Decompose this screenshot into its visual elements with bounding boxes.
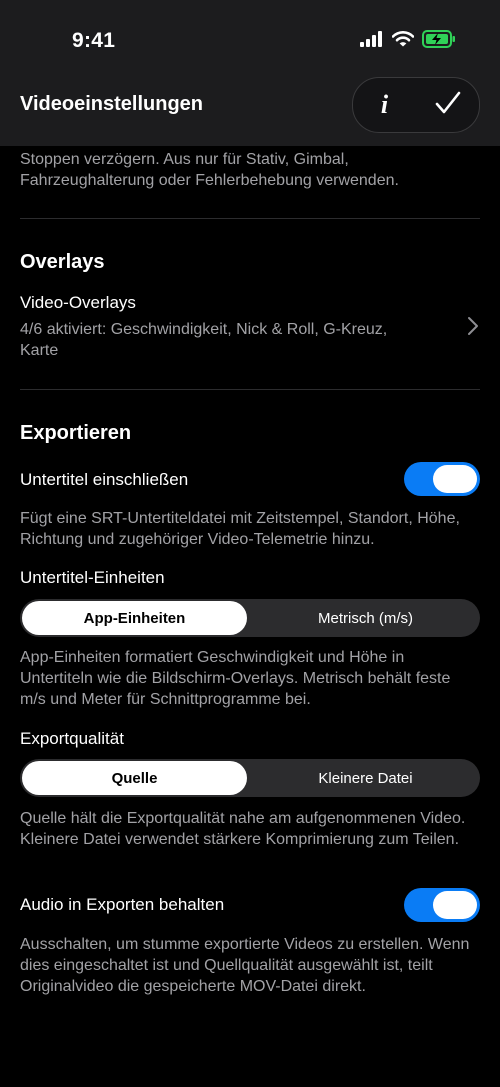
cellular-signal-icon xyxy=(360,30,384,52)
divider xyxy=(20,218,480,219)
nav-action-group: i xyxy=(352,77,480,133)
segment-metric[interactable]: Metrisch (m/s) xyxy=(253,601,478,635)
export-quality-segmented-control: Quelle Kleinere Datei xyxy=(20,759,480,797)
checkmark-icon xyxy=(435,91,461,120)
stabilization-description: Stoppen verzögern. Aus nur für Stativ, G… xyxy=(20,151,399,189)
audio-toggle-label: Audio in Exporten behalten xyxy=(20,895,225,914)
chevron-right-icon xyxy=(466,316,480,336)
navigation-bar: Videoeinstellungen i xyxy=(0,77,500,146)
info-button[interactable]: i xyxy=(365,85,405,125)
video-overlays-subtitle: 4/6 aktiviert: Geschwindigkeit, Nick & R… xyxy=(20,321,388,359)
wifi-icon xyxy=(391,30,415,52)
status-icons xyxy=(360,29,456,53)
section-title-overlays: Overlays xyxy=(20,251,105,273)
export-quality-label: Exportqualität xyxy=(20,729,124,748)
status-bar: 9:41 xyxy=(0,0,500,80)
toggle-knob xyxy=(433,465,477,493)
divider xyxy=(20,389,480,390)
subtitles-description: Fügt eine SRT-Untertiteldatei mit Zeitst… xyxy=(20,510,460,548)
segment-app-units[interactable]: App-Einheiten xyxy=(22,601,247,635)
video-overlays-title: Video-Overlays xyxy=(20,293,136,312)
subtitle-units-label: Untertitel-Einheiten xyxy=(20,568,165,587)
info-icon: i xyxy=(380,90,389,119)
segment-source[interactable]: Quelle xyxy=(22,761,247,795)
audio-description: Ausschalten, um stumme exportierte Video… xyxy=(20,936,470,995)
status-time: 9:41 xyxy=(72,29,116,52)
subtitles-toggle-label: Untertitel einschließen xyxy=(20,470,189,489)
segment-smaller-file[interactable]: Kleinere Datei xyxy=(253,761,478,795)
battery-charging-icon xyxy=(422,29,456,53)
subtitle-units-segmented-control: App-Einheiten Metrisch (m/s) xyxy=(20,599,480,637)
video-overlays-row[interactable]: Video-Overlays 4/6 aktiviert: Geschwindi… xyxy=(0,288,500,364)
done-button[interactable] xyxy=(428,85,468,125)
subtitle-units-description: App-Einheiten formatiert Geschwindigkeit… xyxy=(20,649,451,708)
export-quality-description: Quelle hält die Exportqualität nahe am a… xyxy=(20,810,466,848)
section-title-export: Exportieren xyxy=(20,422,132,444)
toggle-knob xyxy=(433,891,477,919)
audio-toggle[interactable] xyxy=(404,888,480,922)
subtitles-toggle[interactable] xyxy=(404,462,480,496)
page-title: Videoeinstellungen xyxy=(20,93,203,115)
